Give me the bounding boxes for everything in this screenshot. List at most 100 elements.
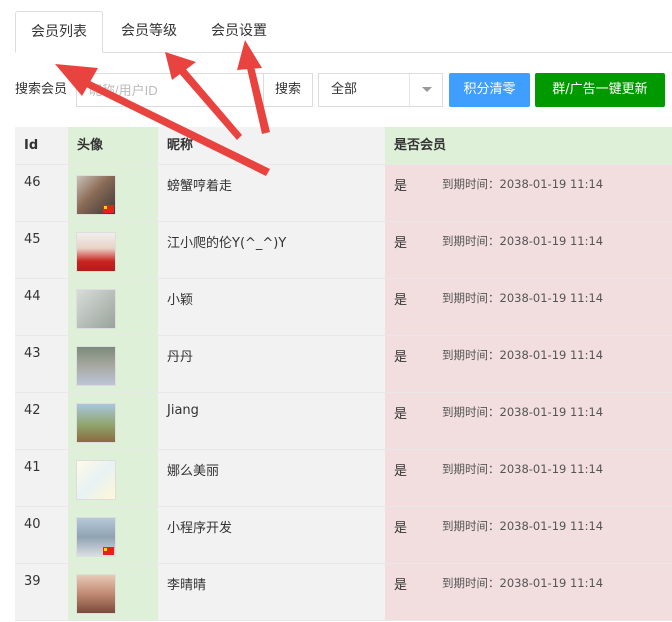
cell-member: 是 到期时间：2038-01-19 11:14 [385, 507, 672, 563]
avatar [76, 289, 116, 329]
member-expire-time: 到期时间：2038-01-19 11:14 [442, 576, 604, 590]
member-expire-time: 到期时间：2038-01-19 11:14 [442, 291, 604, 305]
avatar [76, 346, 116, 386]
member-expire-time: 到期时间：2038-01-19 11:14 [442, 234, 604, 248]
header-id: Id [24, 138, 39, 153]
member-nickname: 娜么美丽 [167, 464, 220, 479]
cell-member: 是 到期时间：2038-01-19 11:14 [385, 336, 672, 392]
member-nickname: 丹丹 [167, 350, 194, 365]
cell-nickname: 江小爬的伦Y(^_^)Y [158, 222, 385, 278]
cell-nickname: 丹丹 [158, 336, 385, 392]
cell-avatar [68, 222, 158, 278]
avatar [76, 460, 116, 500]
cell-avatar [68, 393, 158, 449]
member-id: 43 [24, 346, 41, 361]
member-filter-select[interactable]: 全部 [318, 73, 443, 107]
cell-avatar [68, 564, 158, 620]
update-groups-ads-button[interactable]: 群/广告一键更新 [535, 73, 665, 107]
cell-member: 是 到期时间：2038-01-19 11:14 [385, 393, 672, 449]
table-row: 46 螃蟹哼着走 是 到期时间：2038-01-19 11:14 [15, 165, 672, 222]
search-button[interactable]: 搜索 [263, 73, 313, 107]
cell-id: 44 [15, 279, 68, 335]
cell-id: 43 [15, 336, 68, 392]
member-expire-time: 到期时间：2038-01-19 11:14 [442, 405, 604, 419]
cell-nickname: Jiang [158, 393, 385, 449]
member-expire-time: 到期时间：2038-01-19 11:14 [442, 462, 604, 476]
cell-id: 42 [15, 393, 68, 449]
cell-nickname: 螃蟹哼着走 [158, 165, 385, 221]
chevron-down-icon [422, 87, 432, 92]
member-nickname: Jiang [167, 403, 199, 418]
avatar [76, 403, 116, 443]
select-divider [409, 74, 410, 106]
tab-member-list[interactable]: 会员列表 [15, 11, 103, 53]
cell-nickname: 娜么美丽 [158, 450, 385, 506]
header-cell-id: Id [15, 127, 68, 164]
member-status: 是 [394, 350, 408, 365]
header-cell-avatar: 头像 [68, 127, 158, 164]
tab-bar: 会员列表 会员等级 会员设置 [0, 0, 672, 53]
member-id: 45 [24, 232, 41, 247]
cell-member: 是 到期时间：2038-01-19 11:14 [385, 450, 672, 506]
tab-member-level[interactable]: 会员等级 [104, 11, 194, 53]
member-nickname: 小颖 [167, 293, 194, 308]
cell-id: 40 [15, 507, 68, 563]
member-nickname: 螃蟹哼着走 [167, 179, 233, 194]
avatar [76, 574, 116, 614]
table-header-row: Id 头像 昵称 是否会员 [15, 127, 672, 165]
toolbar: 搜索会员 搜索 全部 积分清零 群/广告一键更新 [0, 73, 672, 107]
cell-id: 41 [15, 450, 68, 506]
member-id: 40 [24, 517, 41, 532]
avatar [76, 517, 116, 557]
member-expire-time: 到期时间：2038-01-19 11:14 [442, 519, 604, 533]
clear-points-button[interactable]: 积分清零 [449, 73, 530, 107]
table-row: 42 Jiang 是 到期时间：2038-01-19 11:14 [15, 393, 672, 450]
member-nickname: 小程序开发 [167, 521, 233, 536]
avatar [76, 175, 116, 215]
member-nickname: 江小爬的伦Y(^_^)Y [167, 236, 287, 251]
member-status: 是 [394, 464, 408, 479]
cell-nickname: 李晴晴 [158, 564, 385, 620]
table-row: 40 小程序开发 是 到期时间：2038-01-19 11:14 [15, 507, 672, 564]
cell-id: 39 [15, 564, 68, 620]
member-filter-value: 全部 [331, 82, 358, 97]
search-input[interactable] [76, 73, 263, 107]
member-table: Id 头像 昵称 是否会员 46 螃蟹哼着走是到期时间：2038-01-19 11… [15, 127, 672, 621]
header-avatar: 头像 [77, 138, 104, 153]
member-status: 是 [394, 179, 408, 194]
member-id: 41 [24, 460, 41, 475]
header-nickname: 昵称 [167, 138, 194, 153]
cell-avatar [68, 279, 158, 335]
cell-avatar [68, 507, 158, 563]
table-row: 39 李晴晴 是 到期时间：2038-01-19 11:14 [15, 564, 672, 621]
header-member: 是否会员 [394, 138, 447, 153]
tab-member-settings[interactable]: 会员设置 [194, 11, 284, 53]
member-status: 是 [394, 578, 408, 593]
flag-icon [103, 205, 114, 213]
cell-avatar [68, 336, 158, 392]
member-id: 42 [24, 403, 41, 418]
avatar [76, 232, 116, 272]
cell-nickname: 小颖 [158, 279, 385, 335]
table-row: 45 江小爬的伦Y(^_^)Y 是 到期时间：2038-01-19 11:14 [15, 222, 672, 279]
cell-id: 45 [15, 222, 68, 278]
flag-icon [103, 547, 114, 555]
table-row: 41 娜么美丽 是 到期时间：2038-01-19 11:14 [15, 450, 672, 507]
cell-avatar [68, 450, 158, 506]
cell-member: 是 到期时间：2038-01-19 11:14 [385, 222, 672, 278]
member-status: 是 [394, 521, 408, 536]
member-status: 是 [394, 236, 408, 251]
table-row: 43 丹丹 是 到期时间：2038-01-19 11:14 [15, 336, 672, 393]
cell-avatar [68, 165, 158, 221]
member-status: 是 [394, 407, 408, 422]
member-id: 39 [24, 574, 41, 589]
table-row: 44 小颖 是 到期时间：2038-01-19 11:14 [15, 279, 672, 336]
member-id: 46 [24, 175, 41, 190]
header-cell-nickname: 昵称 [158, 127, 385, 164]
member-expire-time: 到期时间：2038-01-19 11:14 [442, 348, 604, 362]
cell-member: 是 到期时间：2038-01-19 11:14 [385, 564, 672, 620]
member-nickname: 李晴晴 [167, 578, 207, 593]
member-id: 44 [24, 289, 41, 304]
cell-id: 46 [15, 165, 68, 221]
cell-member: 是 到期时间：2038-01-19 11:14 [385, 165, 672, 221]
